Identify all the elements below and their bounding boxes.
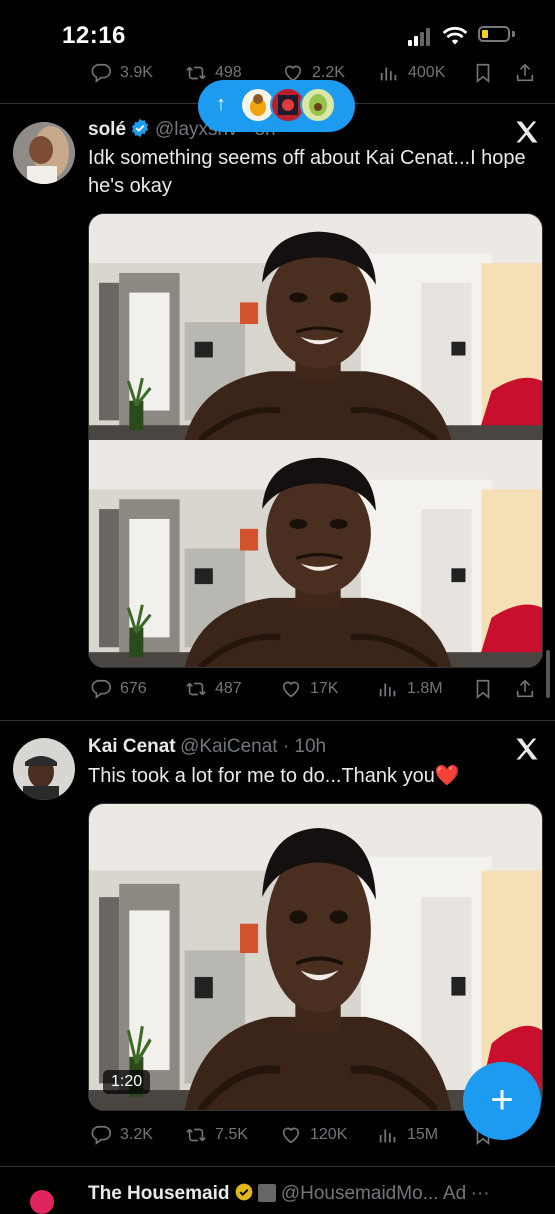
reply-button[interactable]: 3.2K: [90, 1124, 153, 1146]
reply-icon: [90, 62, 112, 84]
handle[interactable]: @HousemaidMo...: [281, 1183, 439, 1204]
share-icon: [514, 62, 536, 84]
battery-tip: [512, 31, 515, 37]
heart-icon: [280, 1124, 302, 1146]
retweet-button[interactable]: 487: [185, 678, 242, 700]
share-icon: [514, 678, 536, 700]
avatar[interactable]: [13, 738, 75, 800]
avatar-3: [300, 87, 336, 123]
handle[interactable]: @KaiCenat · 10h: [180, 736, 326, 757]
more-options-icon[interactable]: ···: [471, 1183, 490, 1204]
views-icon: [378, 62, 400, 84]
tweet-header: The Housemaid @HousemaidMo... Ad ···: [88, 1182, 490, 1205]
tweet-text-body: This took a lot for me to do...Thank you: [88, 765, 435, 787]
reply-count: 3.9K: [120, 64, 153, 81]
retweet-button[interactable]: 7.5K: [185, 1124, 248, 1146]
tweet-media-grid[interactable]: [88, 213, 543, 668]
video-duration: 1:20: [103, 1070, 151, 1094]
like-count: 120K: [310, 1126, 348, 1143]
retweet-icon: [185, 678, 207, 700]
heart-emoji: ❤️: [434, 765, 460, 787]
video-frame[interactable]: [89, 804, 542, 1110]
wifi-icon: [442, 26, 468, 45]
tweet-text: This took a lot for me to do...Thank you…: [88, 762, 460, 790]
avatar[interactable]: [30, 1190, 54, 1214]
views-icon: [377, 1124, 399, 1146]
status-time: 12:16: [62, 22, 126, 49]
compose-button[interactable]: +: [463, 1062, 541, 1140]
reply-icon: [90, 1124, 112, 1146]
share-button[interactable]: [514, 62, 536, 84]
video-frame-1[interactable]: [89, 214, 542, 440]
divider: [0, 1166, 555, 1167]
share-button[interactable]: [514, 678, 536, 700]
x-logo-icon[interactable]: [513, 118, 541, 146]
like-button[interactable]: 17K: [280, 678, 338, 700]
bookmark-icon: [472, 62, 494, 84]
tweet-text: Idk something seems off about Kai Cenat.…: [88, 147, 526, 197]
retweet-icon: [185, 1124, 207, 1146]
battery-icon: [478, 26, 510, 42]
reply-icon: [90, 678, 112, 700]
like-button[interactable]: 120K: [280, 1124, 347, 1146]
arrow-up-icon: ↑: [216, 93, 226, 115]
views-count: 1.8M: [407, 680, 443, 697]
x-logo-icon[interactable]: [513, 735, 541, 763]
tweet-header: Kai Cenat @KaiCenat · 10h: [88, 736, 326, 758]
views-icon: [377, 678, 399, 700]
bookmark-button[interactable]: [472, 62, 494, 84]
views-button[interactable]: 15M: [377, 1124, 438, 1146]
views-count: 15M: [407, 1126, 439, 1143]
reply-button[interactable]: 676: [90, 678, 147, 700]
views-button[interactable]: 400K: [378, 62, 445, 84]
retweet-count: 7.5K: [215, 1126, 248, 1143]
affiliate-badge-icon: [258, 1184, 277, 1202]
verified-gold-badge-icon: [235, 1183, 253, 1201]
views-count: 400K: [408, 64, 446, 81]
avatar-image: [13, 122, 75, 184]
like-count: 17K: [310, 680, 339, 697]
avatar[interactable]: [13, 122, 75, 184]
display-name[interactable]: solé: [88, 119, 126, 140]
views-button[interactable]: 1.8M: [377, 678, 443, 700]
reply-count: 3.2K: [120, 1126, 153, 1143]
bookmark-button[interactable]: [472, 678, 494, 700]
video-frame-2[interactable]: [89, 440, 542, 667]
verified-badge-icon: [130, 118, 150, 138]
retweet-count: 487: [215, 680, 242, 697]
display-name[interactable]: Kai Cenat: [88, 736, 176, 757]
reply-count: 676: [120, 680, 147, 697]
reply-button[interactable]: 3.9K: [90, 62, 153, 84]
divider: [0, 720, 555, 721]
bookmark-icon: [472, 678, 494, 700]
status-bar: 12:16: [0, 0, 555, 70]
new-posts-pill[interactable]: ↑: [198, 80, 355, 132]
scrollbar-thumb[interactable]: [546, 650, 550, 698]
display-name[interactable]: The Housemaid: [88, 1183, 229, 1204]
ad-label: Ad: [442, 1183, 467, 1204]
retweet-icon: [185, 62, 207, 84]
cellular-signal-icon: [408, 28, 434, 46]
avatar-image: [13, 738, 75, 800]
heart-icon: [280, 678, 302, 700]
tweet-video[interactable]: 1:20: [88, 803, 543, 1111]
